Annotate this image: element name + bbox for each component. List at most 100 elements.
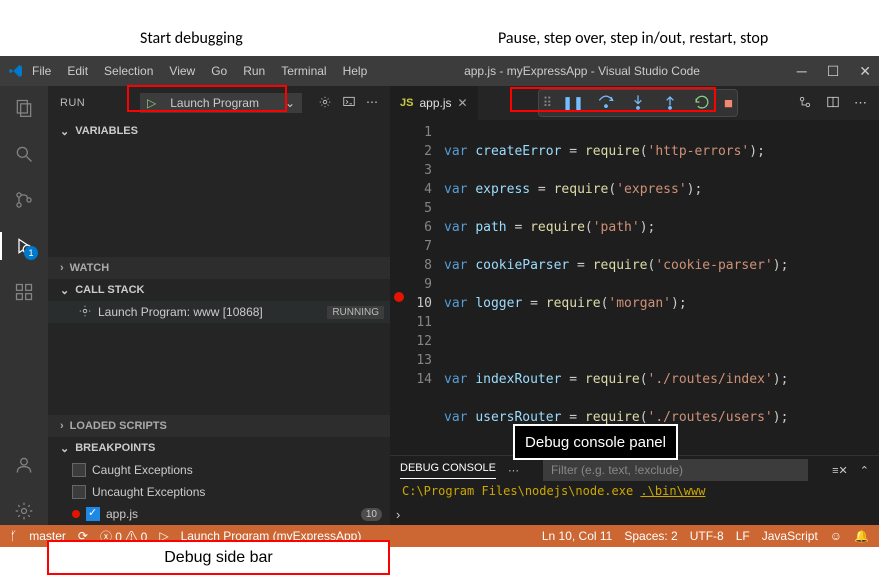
callstack-entry[interactable]: Launch Program: www [10868] RUNNING [48, 301, 390, 323]
branch-icon[interactable]: ᚶ [10, 529, 17, 543]
checkbox-on[interactable] [86, 507, 100, 521]
menu-go[interactable]: Go [211, 64, 227, 78]
search-icon[interactable] [10, 140, 38, 168]
debug-console-icon[interactable] [342, 95, 356, 112]
chevron-right-icon: › [60, 420, 64, 432]
tab-appjs[interactable]: JS app.js ✕ [390, 86, 478, 120]
panel-filter-input[interactable]: Filter (e.g. text, !exclude) [543, 459, 808, 481]
status-lang[interactable]: JavaScript [762, 529, 818, 543]
chevron-right-icon: › [60, 262, 64, 274]
run-header: RUN ▷ Launch Program ⌄ ⋯ [48, 86, 390, 120]
panel-more-icon[interactable]: ⋯ [508, 464, 519, 477]
status-spaces[interactable]: Spaces: 2 [624, 529, 677, 543]
annotation-debug-toolbar: Pause, step over, step in/out, restart, … [498, 29, 768, 48]
variables-section[interactable]: ⌄VARIABLES [48, 120, 390, 142]
menu-run[interactable]: Run [243, 64, 265, 78]
grip-icon[interactable]: ⠿ [543, 95, 551, 111]
compare-icon[interactable] [798, 95, 812, 112]
window-title: app.js - myExpressApp - Visual Studio Co… [367, 64, 797, 78]
close-icon[interactable]: ✕ [859, 63, 871, 80]
bell-icon[interactable]: 🔔 [854, 529, 869, 543]
menu-file[interactable]: File [32, 64, 51, 78]
window-controls: ─ ☐ ✕ [797, 63, 871, 80]
run-debug-icon[interactable]: 1 [10, 232, 38, 260]
activity-bar: 1 [0, 86, 48, 525]
glyph-margin [390, 120, 410, 455]
settings-gear-icon[interactable] [10, 497, 38, 525]
chevron-down-icon: ⌄ [60, 125, 69, 138]
tab-bar: JS app.js ✕ ⠿ ❚❚ ■ ⋯ [390, 86, 879, 120]
menu-view[interactable]: View [169, 64, 195, 78]
callout-console-label: Debug console panel [513, 424, 678, 460]
breakpoint-caught-exceptions[interactable]: Caught Exceptions [48, 459, 390, 481]
step-out-icon[interactable] [660, 92, 680, 115]
vscode-window: File Edit Selection View Go Run Terminal… [0, 56, 879, 547]
tab-close-icon[interactable]: ✕ [458, 96, 468, 110]
code-editor[interactable]: 1234567891011121314 var createError = re… [390, 120, 879, 455]
annotation-start-debugging: Start debugging [140, 29, 243, 48]
tab-filename: app.js [419, 96, 451, 110]
menu-help[interactable]: Help [343, 64, 368, 78]
menu-bar: File Edit Selection View Go Run Terminal… [32, 64, 367, 78]
editor-more-icon[interactable]: ⋯ [854, 95, 867, 112]
panel-tab-debug-console[interactable]: DEBUG CONSOLE [400, 462, 496, 479]
menu-edit[interactable]: Edit [67, 64, 88, 78]
breakpoint-dot-icon [72, 510, 80, 518]
callout-sidebar-box: Debug side bar [47, 540, 390, 575]
debug-toolbar[interactable]: ⠿ ❚❚ ■ [538, 89, 738, 117]
breakpoints-section[interactable]: ⌄BREAKPOINTS [48, 437, 390, 459]
console-link[interactable]: .\bin\www [640, 484, 705, 498]
pause-icon[interactable]: ❚❚ [562, 95, 584, 111]
callstack-label: Launch Program: www [10868] [98, 305, 263, 319]
launch-config-selector[interactable]: ▷ Launch Program ⌄ [140, 93, 302, 113]
extensions-icon[interactable] [10, 278, 38, 306]
clear-console-icon[interactable]: ≡✕ [832, 464, 848, 477]
breakpoint-line-count: 10 [361, 508, 382, 521]
explorer-icon[interactable] [10, 94, 38, 122]
title-bar: File Edit Selection View Go Run Terminal… [0, 56, 879, 86]
debug-console-panel: DEBUG CONSOLE ⋯ Filter (e.g. text, !excl… [390, 455, 879, 503]
account-icon[interactable] [10, 451, 38, 479]
menu-selection[interactable]: Selection [104, 64, 153, 78]
debug-side-bar: RUN ▷ Launch Program ⌄ ⋯ ⌄VARIABLES ›WAT… [48, 86, 390, 525]
chevron-right-icon: › [396, 507, 400, 522]
split-editor-icon[interactable] [826, 95, 840, 112]
chevron-down-icon: ⌄ [60, 284, 69, 297]
status-eol[interactable]: LF [736, 529, 750, 543]
chevron-down-icon[interactable]: ⌄ [285, 96, 295, 110]
checkbox-off[interactable] [72, 463, 86, 477]
callstack-section[interactable]: ⌄CALL STACK [48, 279, 390, 301]
breadcrumb-bar[interactable]: › [390, 503, 879, 525]
line-numbers: 1234567891011121314 [410, 120, 444, 455]
chevron-down-icon: ⌄ [60, 442, 69, 455]
configure-gear-icon[interactable] [318, 95, 332, 112]
maximize-icon[interactable]: ☐ [827, 63, 840, 80]
step-into-icon[interactable] [628, 92, 648, 115]
debug-badge: 1 [24, 246, 38, 260]
callstack-status: RUNNING [327, 306, 384, 319]
status-lncol[interactable]: Ln 10, Col 11 [542, 529, 613, 543]
code-content[interactable]: var createError = require('http-errors')… [444, 120, 820, 455]
launch-config-name: Launch Program [170, 96, 259, 110]
start-debug-icon[interactable]: ▷ [147, 96, 156, 110]
stop-icon[interactable]: ■ [724, 95, 733, 112]
vscode-logo-icon [8, 63, 24, 79]
run-label: RUN [60, 97, 85, 109]
status-encoding[interactable]: UTF-8 [690, 529, 724, 543]
feedback-icon[interactable]: ☺ [830, 529, 842, 543]
breakpoint-file[interactable]: app.js10 [48, 503, 390, 525]
breakpoint-glyph-icon[interactable] [394, 292, 404, 302]
checkbox-off[interactable] [72, 485, 86, 499]
restart-icon[interactable] [692, 92, 712, 115]
minimize-icon[interactable]: ─ [797, 63, 807, 80]
breakpoint-uncaught-exceptions[interactable]: Uncaught Exceptions [48, 481, 390, 503]
menu-terminal[interactable]: Terminal [281, 64, 326, 78]
loaded-scripts-section[interactable]: ›LOADED SCRIPTS [48, 415, 390, 437]
watch-section[interactable]: ›WATCH [48, 257, 390, 279]
more-icon[interactable]: ⋯ [366, 95, 378, 112]
collapse-panel-icon[interactable]: ⌃ [860, 464, 869, 477]
source-control-icon[interactable] [10, 186, 38, 214]
variables-body [48, 142, 390, 257]
debug-process-icon [78, 304, 92, 321]
step-over-icon[interactable] [596, 92, 616, 115]
